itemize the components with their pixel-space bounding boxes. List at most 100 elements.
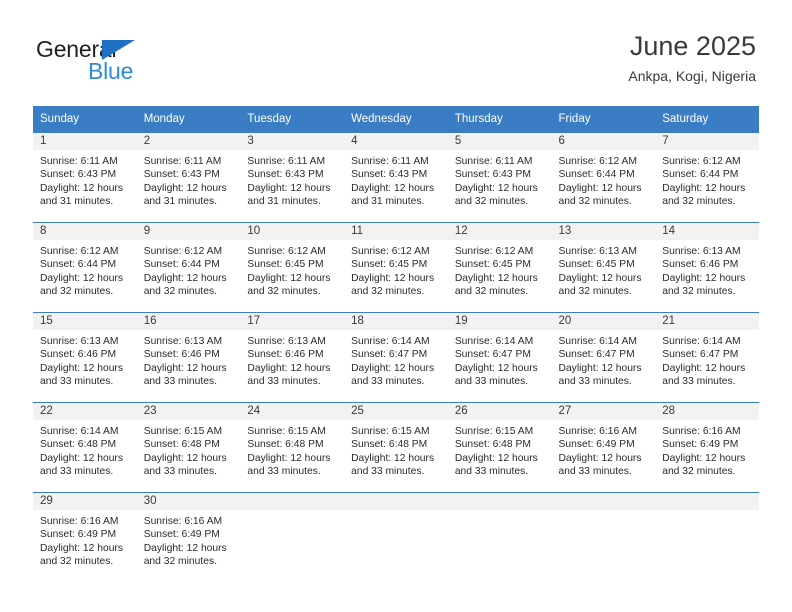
calendar-day-cell[interactable]: 16 Sunrise: 6:13 AM Sunset: 6:46 PM Dayl… [136, 312, 241, 402]
daylight-text-line1: Daylight: 12 hours [454, 182, 538, 194]
calendar-week-row: 29 Sunrise: 6:16 AM Sunset: 6:49 PM Dayl… [33, 492, 759, 584]
day-number: 16 [136, 313, 241, 330]
day-details: Sunrise: 6:14 AM Sunset: 6:47 PM Dayligh… [655, 330, 759, 388]
calendar-day-cell[interactable]: 5 Sunrise: 6:11 AM Sunset: 6:43 PM Dayli… [447, 132, 552, 222]
day-details: Sunrise: 6:14 AM Sunset: 6:47 PM Dayligh… [552, 330, 656, 388]
calendar-day-cell[interactable]: 19 Sunrise: 6:14 AM Sunset: 6:47 PM Dayl… [447, 312, 552, 402]
day-details: Sunrise: 6:13 AM Sunset: 6:46 PM Dayligh… [240, 330, 344, 388]
calendar-day-cell[interactable]: 1 Sunrise: 6:11 AM Sunset: 6:43 PM Dayli… [33, 132, 137, 222]
daylight-text-line2: and 31 minutes. [143, 195, 217, 207]
daylight-text-line2: and 33 minutes. [40, 375, 114, 387]
daylight-text-line2: and 32 minutes. [662, 465, 736, 477]
sunset-text: Sunset: 6:45 PM [454, 259, 531, 271]
sunrise-text: Sunrise: 6:11 AM [247, 156, 326, 167]
sunrise-text: Sunrise: 6:12 AM [662, 156, 741, 167]
calendar-day-cell[interactable]: 13 Sunrise: 6:13 AM Sunset: 6:45 PM Dayl… [551, 222, 656, 312]
calendar-day-cell[interactable]: 7 Sunrise: 6:12 AM Sunset: 6:44 PM Dayli… [655, 132, 759, 222]
daylight-text-line1: Daylight: 12 hours [143, 452, 227, 464]
day-details: Sunrise: 6:12 AM Sunset: 6:44 PM Dayligh… [655, 150, 759, 208]
calendar-day-cell[interactable]: 22 Sunrise: 6:14 AM Sunset: 6:48 PM Dayl… [33, 402, 137, 492]
weekday-header-wednesday: Wednesday [344, 106, 448, 132]
calendar-day-cell[interactable]: 10 Sunrise: 6:12 AM Sunset: 6:45 PM Dayl… [240, 222, 345, 312]
sunset-text: Sunset: 6:45 PM [247, 259, 324, 271]
calendar-day-cell[interactable]: 30 Sunrise: 6:16 AM Sunset: 6:49 PM Dayl… [136, 492, 241, 584]
calendar-day-cell[interactable]: 8 Sunrise: 6:12 AM Sunset: 6:44 PM Dayli… [33, 222, 137, 312]
calendar-day-cell[interactable]: 23 Sunrise: 6:15 AM Sunset: 6:48 PM Dayl… [136, 402, 241, 492]
daylight-text-line1: Daylight: 12 hours [143, 272, 227, 284]
calendar-day-cell[interactable]: 6 Sunrise: 6:12 AM Sunset: 6:44 PM Dayli… [551, 132, 656, 222]
day-number: 9 [136, 223, 241, 240]
calendar-day-cell[interactable]: 26 Sunrise: 6:15 AM Sunset: 6:48 PM Dayl… [447, 402, 552, 492]
daylight-text-line1: Daylight: 12 hours [247, 182, 331, 194]
calendar-page: General Blue June 2025 Ankpa, Kogi, Nige… [0, 0, 792, 612]
day-number: 27 [551, 403, 656, 420]
calendar-day-cell[interactable]: 24 Sunrise: 6:15 AM Sunset: 6:48 PM Dayl… [240, 402, 345, 492]
daylight-text-line1: Daylight: 12 hours [351, 362, 435, 374]
day-number: 29 [33, 493, 137, 510]
day-number: 13 [551, 223, 656, 240]
calendar-day-cell[interactable]: 29 Sunrise: 6:16 AM Sunset: 6:49 PM Dayl… [33, 492, 137, 584]
day-details: Sunrise: 6:16 AM Sunset: 6:49 PM Dayligh… [137, 510, 241, 568]
daylight-text-line1: Daylight: 12 hours [662, 182, 746, 194]
sunrise-text: Sunrise: 6:15 AM [454, 426, 534, 437]
sunset-text: Sunset: 6:43 PM [247, 169, 324, 181]
calendar-day-cell[interactable]: 9 Sunrise: 6:12 AM Sunset: 6:44 PM Dayli… [136, 222, 241, 312]
calendar-day-cell[interactable]: 11 Sunrise: 6:12 AM Sunset: 6:45 PM Dayl… [344, 222, 448, 312]
day-number: 24 [240, 403, 345, 420]
daylight-text-line1: Daylight: 12 hours [351, 452, 435, 464]
calendar-day-cell[interactable]: 15 Sunrise: 6:13 AM Sunset: 6:46 PM Dayl… [33, 312, 137, 402]
calendar-day-cell[interactable]: 12 Sunrise: 6:12 AM Sunset: 6:45 PM Dayl… [447, 222, 552, 312]
sunrise-text: Sunrise: 6:13 AM [662, 246, 741, 257]
daylight-text-line1: Daylight: 12 hours [558, 452, 642, 464]
calendar-day-cell[interactable]: 4 Sunrise: 6:11 AM Sunset: 6:43 PM Dayli… [344, 132, 448, 222]
weekday-header-monday: Monday [136, 106, 241, 132]
sunrise-text: Sunrise: 6:13 AM [558, 246, 637, 257]
daylight-text-line2: and 33 minutes. [351, 375, 425, 387]
day-number: 19 [447, 313, 552, 330]
day-number: 12 [447, 223, 552, 240]
day-number: 1 [33, 133, 137, 150]
weekday-header-tuesday: Tuesday [240, 106, 345, 132]
day-number: 2 [136, 133, 241, 150]
day-details: Sunrise: 6:12 AM Sunset: 6:45 PM Dayligh… [448, 240, 552, 298]
daylight-text-line2: and 33 minutes. [558, 375, 632, 387]
day-details: Sunrise: 6:11 AM Sunset: 6:43 PM Dayligh… [33, 150, 137, 208]
calendar-day-cell[interactable]: 14 Sunrise: 6:13 AM Sunset: 6:46 PM Dayl… [655, 222, 759, 312]
sunrise-text: Sunrise: 6:12 AM [558, 156, 637, 167]
day-number: 30 [136, 493, 241, 510]
calendar-day-cell[interactable]: 17 Sunrise: 6:13 AM Sunset: 6:46 PM Dayl… [240, 312, 345, 402]
calendar-day-cell[interactable]: 2 Sunrise: 6:11 AM Sunset: 6:43 PM Dayli… [136, 132, 241, 222]
daylight-text-line2: and 33 minutes. [454, 375, 529, 387]
day-number: 6 [551, 133, 656, 150]
daylight-text-line2: and 32 minutes. [40, 285, 114, 297]
calendar-day-cell[interactable]: 21 Sunrise: 6:14 AM Sunset: 6:47 PM Dayl… [655, 312, 759, 402]
calendar-day-cell[interactable]: 28 Sunrise: 6:16 AM Sunset: 6:49 PM Dayl… [655, 402, 759, 492]
day-details: Sunrise: 6:11 AM Sunset: 6:43 PM Dayligh… [240, 150, 344, 208]
sunset-text: Sunset: 6:47 PM [454, 349, 531, 361]
calendar-day-cell[interactable]: 27 Sunrise: 6:16 AM Sunset: 6:49 PM Dayl… [551, 402, 656, 492]
calendar-day-cell-empty [344, 492, 448, 584]
sunrise-text: Sunrise: 6:14 AM [351, 336, 430, 347]
calendar-day-cell[interactable]: 18 Sunrise: 6:14 AM Sunset: 6:47 PM Dayl… [344, 312, 448, 402]
day-number [655, 493, 759, 510]
daylight-text-line2: and 32 minutes. [454, 195, 529, 207]
calendar-day-cell[interactable]: 20 Sunrise: 6:14 AM Sunset: 6:47 PM Dayl… [551, 312, 656, 402]
daylight-text-line2: and 33 minutes. [143, 465, 217, 477]
daylight-text-line1: Daylight: 12 hours [662, 362, 746, 374]
calendar-day-cell[interactable]: 25 Sunrise: 6:15 AM Sunset: 6:48 PM Dayl… [344, 402, 448, 492]
page-header: General Blue June 2025 Ankpa, Kogi, Nige… [0, 0, 792, 100]
day-number: 25 [344, 403, 448, 420]
daylight-text-line1: Daylight: 12 hours [143, 542, 227, 554]
daylight-text-line1: Daylight: 12 hours [247, 452, 331, 464]
weekday-header-sunday: Sunday [33, 106, 137, 132]
daylight-text-line1: Daylight: 12 hours [558, 272, 642, 284]
daylight-text-line1: Daylight: 12 hours [40, 452, 123, 464]
page-subtitle-location: Ankpa, Kogi, Nigeria [628, 68, 756, 84]
day-number: 5 [447, 133, 552, 150]
calendar-day-cell-empty [447, 492, 552, 584]
day-details: Sunrise: 6:11 AM Sunset: 6:43 PM Dayligh… [448, 150, 552, 208]
day-number: 17 [240, 313, 345, 330]
sunset-text: Sunset: 6:46 PM [247, 349, 324, 361]
sunset-text: Sunset: 6:43 PM [351, 169, 428, 181]
calendar-day-cell[interactable]: 3 Sunrise: 6:11 AM Sunset: 6:43 PM Dayli… [240, 132, 345, 222]
